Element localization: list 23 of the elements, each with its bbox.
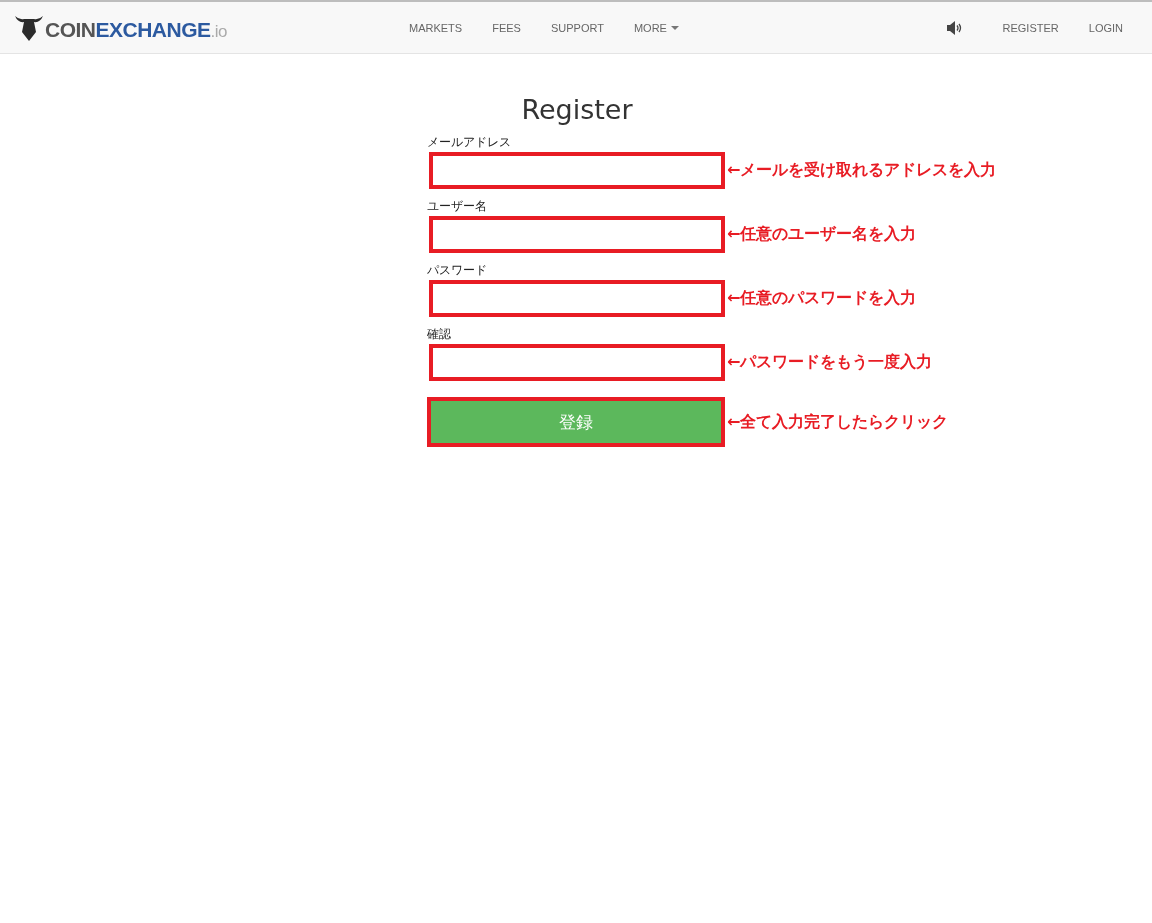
speaker-icon — [945, 20, 962, 35]
field-label: 確認 — [427, 326, 451, 341]
nav-link[interactable]: MORE — [618, 21, 694, 34]
nav-link[interactable]: REGISTER — [987, 21, 1074, 34]
nav-link[interactable]: MARKETS — [394, 21, 478, 34]
input-field[interactable] — [429, 216, 725, 253]
bull-head-icon — [14, 13, 44, 42]
annotation-text: ←全て入力完了したらクリック — [727, 411, 949, 433]
annotation-text: ←任意のパスワードを入力 — [727, 288, 917, 309]
input-field[interactable] — [429, 344, 725, 381]
annotation-text: ←任意のユーザー名を入力 — [727, 224, 917, 245]
field-label: パスワード — [427, 262, 487, 277]
field-label: ユーザー名 — [427, 198, 487, 213]
page-title: Register — [520, 94, 634, 125]
field-label: メールアドレス — [427, 134, 511, 149]
annotation-text: ←メールを受け取れるアドレスを入力 — [727, 160, 997, 181]
input-field[interactable] — [429, 152, 725, 189]
nav-link[interactable]: LOGIN — [1073, 21, 1138, 34]
input-field[interactable] — [429, 280, 725, 317]
nav-link[interactable]: FEES — [477, 21, 536, 34]
logo-link[interactable]: COINEXCHANGE.io — [14, 13, 394, 42]
nav-link[interactable]: SUPPORT — [535, 21, 619, 34]
annotation-text: ←パスワードをもう一度入力 — [727, 352, 933, 373]
